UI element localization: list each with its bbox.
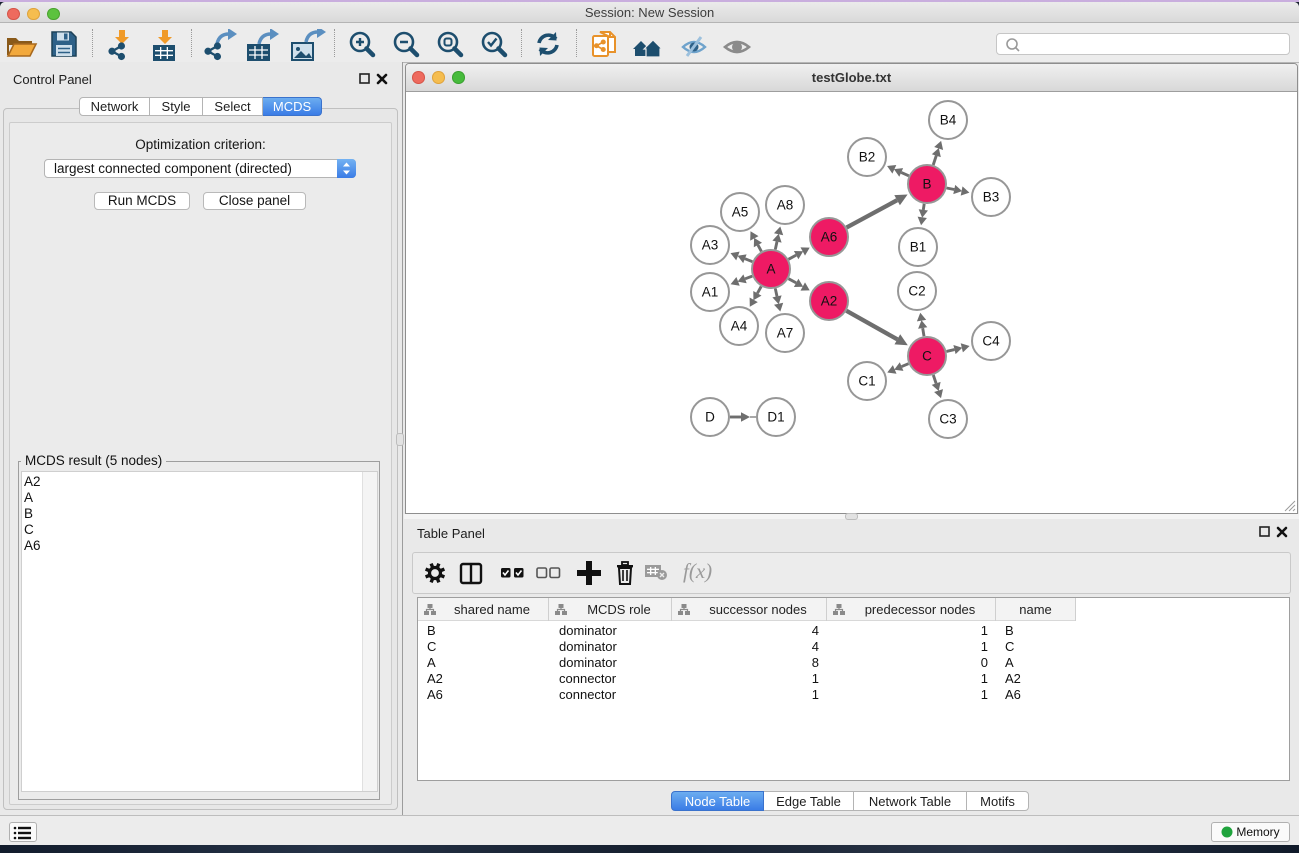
svg-text:C1: C1	[858, 374, 875, 389]
svg-text:D1: D1	[767, 410, 784, 425]
svg-text:C3: C3	[939, 412, 956, 427]
svg-text:A8: A8	[777, 198, 794, 213]
svg-text:B2: B2	[859, 150, 876, 165]
svg-text:B4: B4	[940, 113, 957, 128]
svg-text:C: C	[922, 349, 932, 364]
svg-text:A5: A5	[732, 205, 749, 220]
svg-text:A: A	[766, 262, 775, 277]
svg-text:D: D	[705, 410, 715, 425]
svg-text:C2: C2	[908, 284, 925, 299]
svg-text:B3: B3	[983, 190, 1000, 205]
svg-text:A4: A4	[731, 319, 748, 334]
svg-text:A1: A1	[702, 285, 719, 300]
svg-text:A7: A7	[777, 326, 794, 341]
svg-text:B: B	[922, 177, 931, 192]
svg-text:A6: A6	[821, 230, 838, 245]
svg-text:B1: B1	[910, 240, 927, 255]
svg-text:C4: C4	[982, 334, 1000, 349]
svg-text:A2: A2	[821, 294, 838, 309]
svg-text:A3: A3	[702, 238, 719, 253]
